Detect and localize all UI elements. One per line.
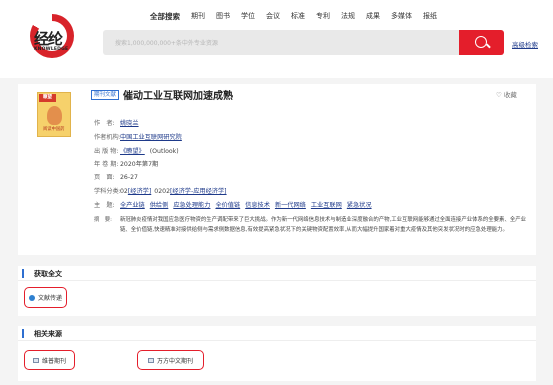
nav-journals[interactable]: 期刊	[191, 11, 205, 22]
pages-row: 页 面: 26-27	[94, 174, 138, 181]
abstract-text: 新冠肺炎疫情对我国应急医疗物资的生产调配带来了巨大挑战。作为新一代网络信息技术与…	[120, 217, 527, 233]
keyword-link[interactable]: 应急处理能力	[173, 202, 210, 209]
nav-patents[interactable]: 专利	[316, 11, 330, 22]
issue-row: 年 卷 期:2020年第7期	[94, 161, 159, 168]
keyword-link[interactable]: 新一代网络	[275, 202, 306, 209]
keyword-link[interactable]: 全价值链	[215, 202, 240, 209]
nav-standards[interactable]: 标准	[291, 11, 305, 22]
source-link-vip[interactable]: 维普期刊	[24, 350, 76, 370]
nav-all-search[interactable]: 全部搜索	[150, 11, 180, 22]
logo-text: 经纶	[34, 30, 63, 48]
author-row: 作 者: 姚晓兰	[94, 120, 139, 127]
cover-caption: 阅读中国药	[43, 127, 65, 132]
site-logo[interactable]: 经纶 KNOWLEDGE	[30, 14, 80, 64]
institution-link[interactable]: 中国工业互联网研究院	[120, 134, 182, 141]
journal-icon	[148, 357, 154, 363]
related-sources-section: 相关来源 维普期刊 万方中文期刊	[18, 326, 536, 381]
keyword-link[interactable]: 信息技术	[245, 202, 270, 209]
related-sources-title: 相关来源	[34, 330, 62, 338]
keyword-link[interactable]: 供给侧	[150, 202, 169, 209]
nav-regulations[interactable]: 法规	[341, 11, 355, 22]
doc-type-badge: 期刊文献	[91, 89, 120, 100]
search-type-nav: 全部搜索 期刊 图书 学位 会议 标准 专利 法规 成果 多媒体 报纸	[150, 11, 437, 22]
subject-link-applied-economics[interactable]: [经济学-应用经济学]	[170, 188, 227, 195]
keyword-link[interactable]: 工业互联网	[311, 202, 342, 209]
keywords-row: 主 题: 全产业链 供给侧 应急处理能力 全价值链 信息技术 新一代网络 工业互联网 紧急状况	[94, 202, 372, 209]
logo-subtitle: KNOWLEDGE	[34, 47, 69, 52]
publication-row: 出 版 物:《瞭望》 (Outlook)	[94, 148, 179, 155]
search-icon	[475, 36, 487, 48]
search-placeholder: 搜索1,000,000,000+条中外专业资源	[115, 40, 218, 47]
journal-icon	[33, 357, 39, 363]
search-input[interactable]: 搜索1,000,000,000+条中外专业资源	[103, 30, 461, 55]
search-button[interactable]	[459, 30, 504, 55]
cover-masthead: 瞭望	[39, 94, 56, 102]
fulltext-section-title: 获取全文	[34, 270, 62, 278]
nav-conferences[interactable]: 会议	[266, 11, 280, 22]
nav-newspapers[interactable]: 报纸	[423, 11, 437, 22]
nav-achievements[interactable]: 成果	[366, 11, 380, 22]
nav-theses[interactable]: 学位	[241, 11, 255, 22]
site-header: 经纶 KNOWLEDGE 全部搜索 期刊 图书 学位 会议 标准 专利 法规 成…	[0, 0, 553, 78]
journal-cover-image: 瞭望 阅读中国药	[37, 92, 71, 137]
institution-row: 作者机构:中国工业互联网研究院	[94, 134, 182, 141]
keyword-link[interactable]: 全产业链	[120, 202, 145, 209]
document-delivery-button[interactable]: 文献传递	[24, 287, 68, 308]
nav-multimedia[interactable]: 多媒体	[391, 11, 412, 22]
fulltext-section: 获取全文 文献传递	[18, 266, 536, 316]
nav-books[interactable]: 图书	[216, 11, 230, 22]
source-link-wanfang[interactable]: 万方中文期刊	[137, 350, 205, 370]
publication-link[interactable]: 《瞭望》	[120, 148, 145, 155]
favorite-button[interactable]: ♡ 收藏	[496, 89, 517, 99]
article-title: 催动工业互联网加速成熟	[123, 91, 234, 102]
abstract-row: 摘 要: 新冠肺炎疫情对我国应急医疗物资的生产调配带来了巨大挑战。作为新一代网络…	[94, 216, 534, 235]
favorite-label: 收藏	[503, 91, 517, 99]
subject-link-economics[interactable]: [经济学]	[128, 188, 151, 195]
delivery-icon	[29, 294, 35, 301]
advanced-search-link[interactable]: 高级检索	[512, 39, 538, 49]
author-link[interactable]: 姚晓兰	[120, 120, 139, 127]
keyword-link[interactable]: 紧急状况	[347, 202, 372, 209]
subject-row: 学科分类:02[经济学] 0202[经济学-应用经济学]	[94, 188, 227, 195]
